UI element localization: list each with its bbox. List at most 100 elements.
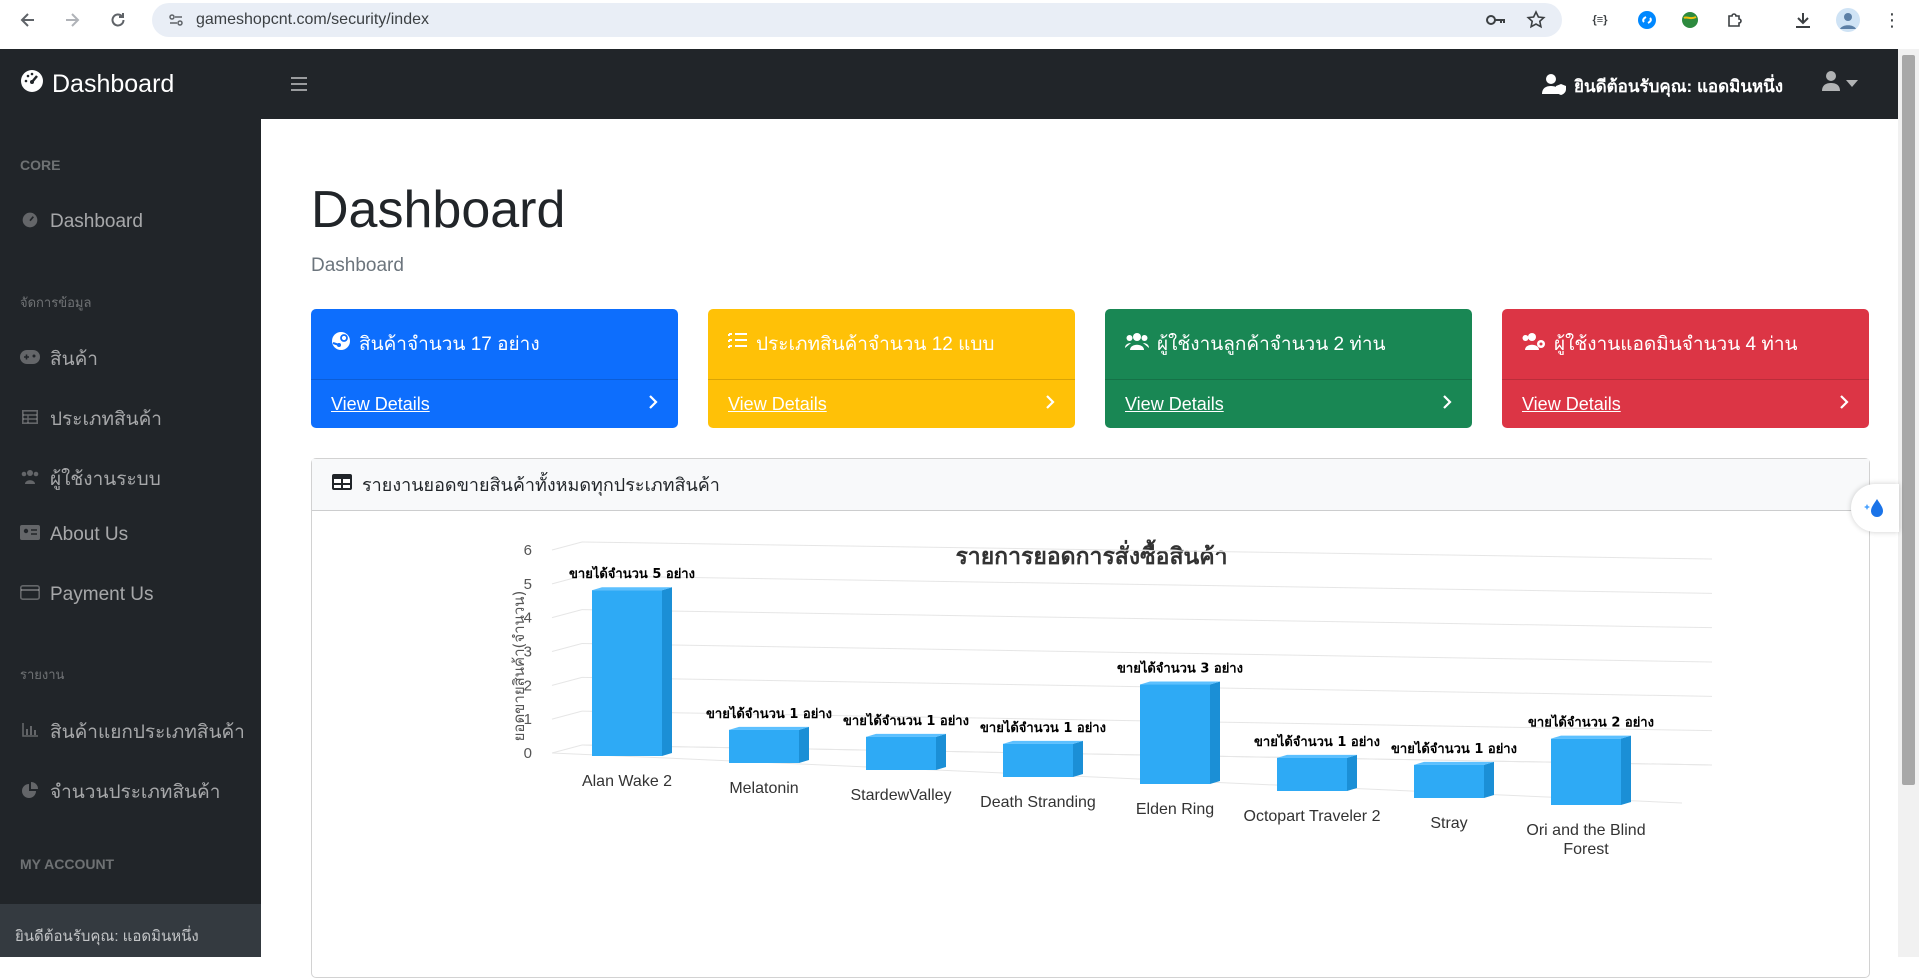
data-label: ขายได้จำนวน 2 อย่าง <box>1528 714 1654 731</box>
view-details-label[interactable]: View Details <box>728 394 827 415</box>
x-tick-label: Stray <box>1430 815 1467 832</box>
gridline <box>551 744 583 754</box>
forward-icon[interactable] <box>58 6 86 34</box>
extensions-puzzle-icon[interactable] <box>1723 8 1747 32</box>
gamepad-icon <box>20 349 40 369</box>
card-text: ประเภทสินค้าจำนวน 12 แบบ <box>756 334 995 355</box>
tachometer-icon <box>20 69 44 100</box>
x-tick-label: Ori and the Blind <box>1526 822 1645 839</box>
bar <box>1140 684 1210 784</box>
bar-top <box>1277 754 1357 758</box>
browser-menu-icon[interactable]: ⋮ <box>1880 8 1904 32</box>
list-icon <box>728 332 748 356</box>
view-details-link[interactable]: View Details <box>311 379 678 428</box>
sidebar-item-product-type-count[interactable]: จำนวนประเภทสินค้า <box>20 777 220 807</box>
sidebar-item-label: Payment Us <box>50 584 154 605</box>
sidebar-toggle-icon[interactable] <box>291 71 307 97</box>
card-admin-users: ผู้ใช้งานแอดมินจำนวน 4 ท่าน View Details <box>1502 309 1869 428</box>
bar <box>592 590 662 756</box>
address-bar[interactable]: gameshopcnt.com/security/index <box>152 3 1562 37</box>
page-scrollbar-thumb[interactable] <box>1902 55 1915 785</box>
users-icon <box>1125 332 1149 356</box>
breadcrumb: Dashboard <box>311 255 404 276</box>
user-icon <box>1822 71 1840 96</box>
view-details-label[interactable]: View Details <box>1125 394 1224 415</box>
data-label: ขายได้จำนวน 3 อย่าง <box>1117 660 1243 677</box>
sidebar-heading-my-account: MY ACCOUNT <box>20 856 115 872</box>
reload-icon[interactable] <box>104 6 132 34</box>
bookmark-star-icon[interactable] <box>1526 10 1546 35</box>
bar-side <box>1621 735 1631 805</box>
sidebar-item-system-users[interactable]: ผู้ใช้งานระบบ <box>20 464 161 494</box>
bar-side <box>1484 761 1494 798</box>
bar-top <box>592 587 672 591</box>
sidebar-heading-reports: รายงาน <box>20 667 65 682</box>
navbar-brand[interactable]: Dashboard <box>20 69 174 100</box>
chevron-right-icon <box>1839 394 1849 415</box>
sidebar-item-label: สินค้าแยกประเภทสินค้า <box>50 722 245 743</box>
sidebar-item-product-types[interactable]: ประเภทสินค้า <box>20 404 162 434</box>
view-details-link[interactable]: View Details <box>1502 379 1869 428</box>
card-products: สินค้าจำนวน 17 อย่าง View Details <box>311 309 678 428</box>
gridline <box>551 676 583 686</box>
bar-side <box>799 726 809 763</box>
gridline <box>581 575 1713 594</box>
welcome-text: ยินดีต้อนรับคุณ: แอดมินหนึ่ง <box>1574 77 1784 96</box>
browser-toolbar: gameshopcnt.com/security/index {≡} ⋮ <box>0 0 1919 40</box>
view-details-label[interactable]: View Details <box>331 394 430 415</box>
x-tick-label: Death Stranding <box>980 794 1096 811</box>
x-tick-label: Octopart Traveler 2 <box>1244 808 1381 825</box>
bar-top <box>1140 681 1220 685</box>
gridline <box>551 609 583 619</box>
bar <box>729 729 799 763</box>
users-cog-icon <box>1522 332 1546 356</box>
view-details-link[interactable]: View Details <box>708 379 1075 428</box>
pie-chart-icon <box>20 781 40 803</box>
url-text: gameshopcnt.com/security/index <box>196 11 429 28</box>
table-icon <box>20 409 40 429</box>
floor-line <box>551 752 1683 804</box>
x-tick-label: Alan Wake 2 <box>582 773 672 790</box>
bar-top <box>1414 761 1494 765</box>
chevron-right-icon <box>1045 394 1055 415</box>
sidebar-heading-manage: จัดการข้อมูล <box>20 295 92 310</box>
sidebar-item-label: ประเภทสินค้า <box>50 409 162 430</box>
report-header-text: รายงานยอดขายสินค้าทั้งหมดทุกประเภทสินค้า <box>362 475 720 495</box>
bar-side <box>1073 740 1083 777</box>
y-axis-label: ยอดขายสินค้า(จำนวน) <box>510 591 528 742</box>
sales-bar-chart: 0123456ยอดขายสินค้า(จำนวน)ขายได้จำนวน 5 … <box>510 541 1713 858</box>
assistant-float-icon[interactable] <box>1851 484 1899 532</box>
profile-avatar-icon[interactable] <box>1836 8 1860 32</box>
navbar-welcome: ยินดีต้อนรับคุณ: แอดมินหนึ่ง <box>1542 73 1783 100</box>
user-dropdown[interactable] <box>1822 71 1858 96</box>
x-tick-label: Melatonin <box>729 780 798 797</box>
card-text: ผู้ใช้งานแอดมินจำนวน 4 ท่าน <box>1554 334 1798 355</box>
extension-json-icon[interactable]: {≡} <box>1588 8 1612 32</box>
report-header: รายงานยอดขายสินค้าทั้งหมดทุกประเภทสินค้า <box>312 459 1869 511</box>
back-icon[interactable] <box>14 6 42 34</box>
download-icon[interactable] <box>1791 8 1815 32</box>
card-customer-users: ผู้ใช้งานลูกค้าจำนวน 2 ท่าน View Details <box>1105 309 1472 428</box>
bar <box>1414 764 1484 798</box>
card-product-types: ประเภทสินค้าจำนวน 12 แบบ View Details <box>708 309 1075 428</box>
view-details-link[interactable]: View Details <box>1105 379 1472 428</box>
caret-down-icon <box>1846 75 1858 93</box>
sidebar-item-products-by-type[interactable]: สินค้าแยกประเภทสินค้า <box>20 717 245 747</box>
bar <box>866 736 936 770</box>
page-scrollbar[interactable] <box>1898 49 1919 957</box>
key-icon[interactable] <box>1485 11 1507 34</box>
view-details-label[interactable]: View Details <box>1522 394 1621 415</box>
sidebar-item-label: จำนวนประเภทสินค้า <box>50 782 221 803</box>
sidebar-item-products[interactable]: สินค้า <box>20 344 98 374</box>
bar-side <box>1347 754 1357 791</box>
sidebar-item-about-us[interactable]: About Us <box>20 524 128 546</box>
shazam-extension-icon[interactable] <box>1635 8 1659 32</box>
bar-side <box>936 733 946 770</box>
tachometer-icon <box>20 212 40 233</box>
globe-extension-icon[interactable] <box>1678 8 1702 32</box>
bar-side <box>662 587 672 756</box>
sidebar-item-dashboard[interactable]: Dashboard <box>20 211 143 233</box>
site-info-icon[interactable] <box>168 12 184 33</box>
card-text: สินค้าจำนวน 17 อย่าง <box>359 334 540 355</box>
sidebar-item-payment-us[interactable]: Payment Us <box>20 584 153 606</box>
